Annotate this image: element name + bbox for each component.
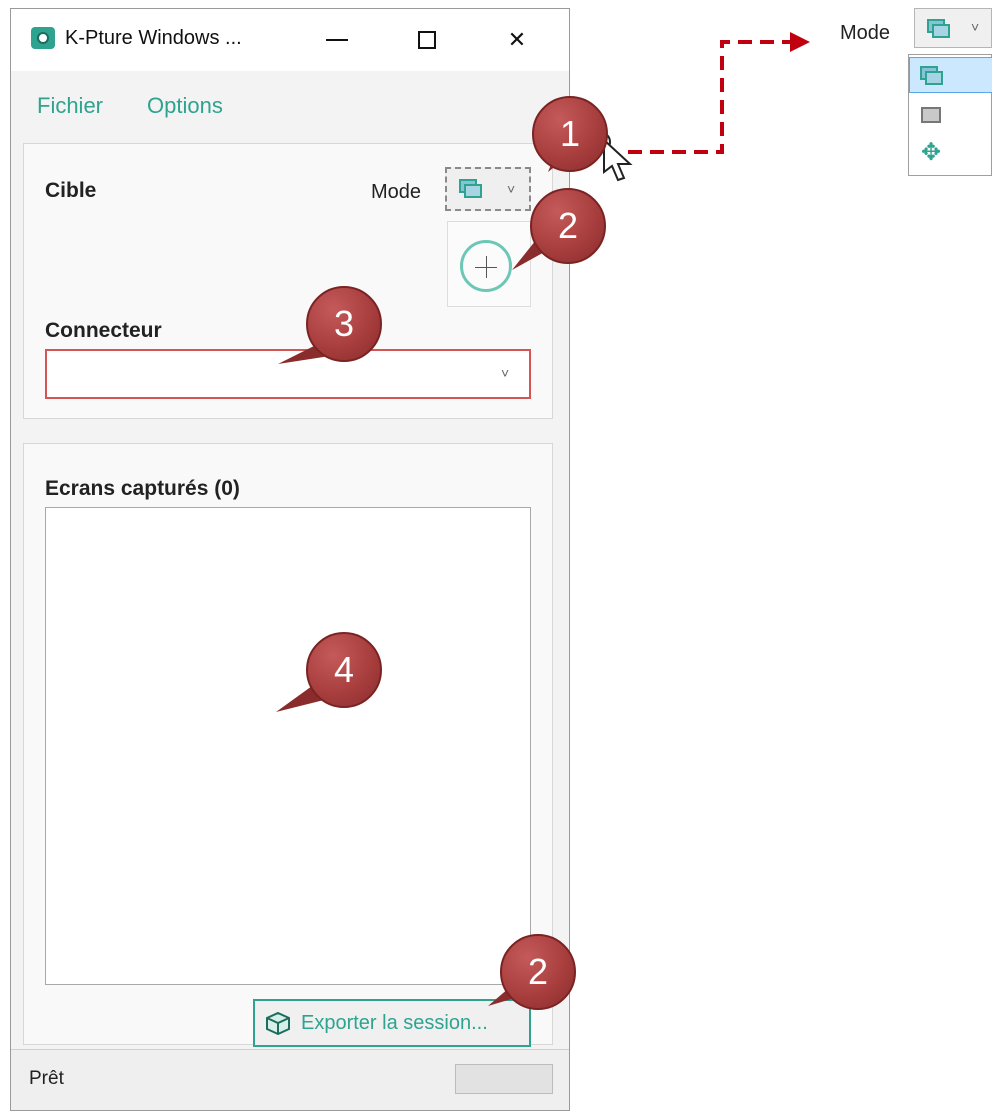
callout-5: 2 <box>500 934 576 1010</box>
mode-option-window-stack[interactable] <box>909 57 992 93</box>
chevron-down-icon: ˅ <box>971 19 980 35</box>
preview-mode-label: Mode <box>840 22 891 44</box>
window-stack-icon <box>920 66 943 85</box>
preview-mode-select[interactable]: ˅ <box>914 8 992 48</box>
dashed-arrow-line <box>628 40 790 154</box>
single-window-icon <box>921 107 941 123</box>
move-arrows-icon: ✥ <box>921 139 942 166</box>
mode-option-single-window[interactable] <box>909 97 992 133</box>
callout-tails <box>276 32 810 1006</box>
mode-dropdown-list: ✥ <box>908 54 992 176</box>
arrow-head <box>790 32 810 52</box>
mode-option-move[interactable]: ✥ <box>909 137 992 173</box>
callout-1: 1 <box>532 96 608 172</box>
callout-4: 4 <box>306 632 382 708</box>
callout-2: 2 <box>530 188 606 264</box>
window-stack-icon <box>927 19 950 38</box>
callout-3: 3 <box>306 286 382 362</box>
